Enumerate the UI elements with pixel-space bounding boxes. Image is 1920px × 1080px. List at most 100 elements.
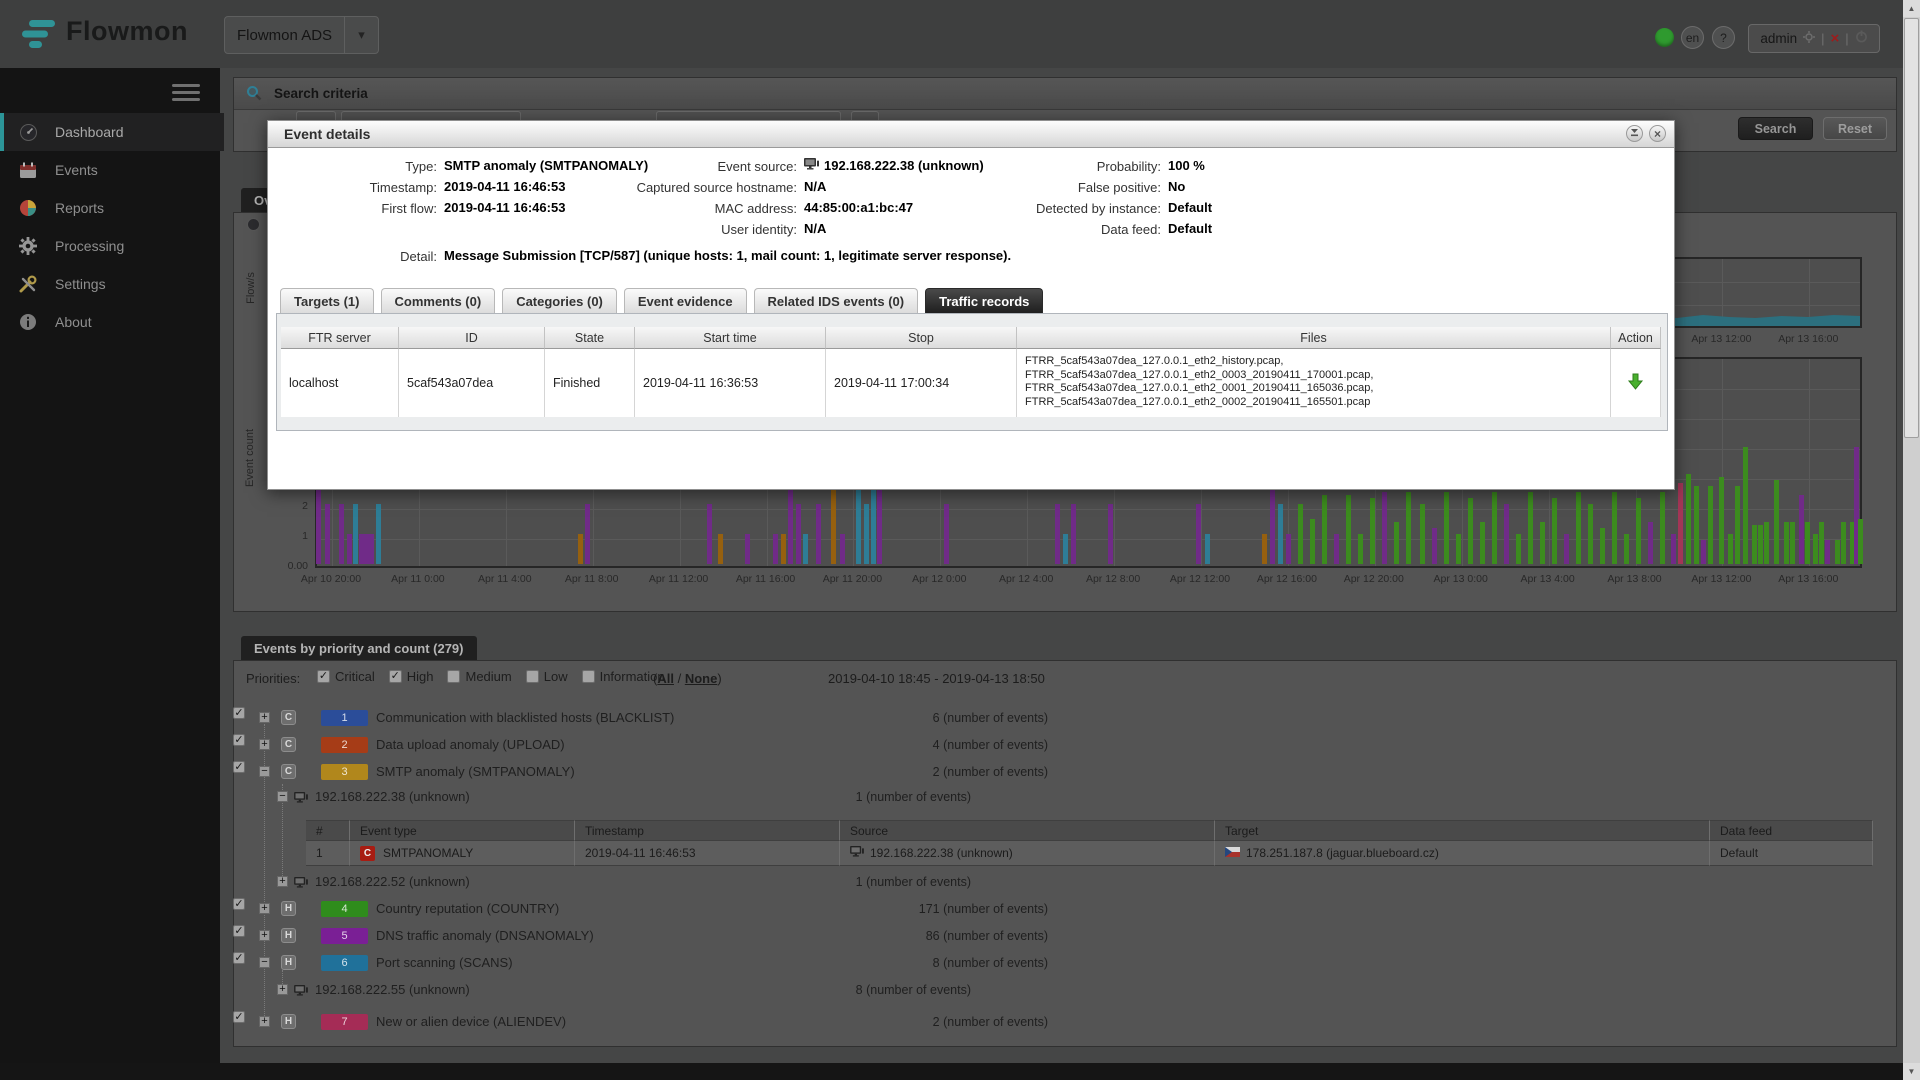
scroll-up-arrow[interactable]: ▲ [1903,0,1920,17]
tree-row[interactable]: +192.168.222.52 (unknown)1 (number of ev… [233,871,1897,893]
tree-expander[interactable]: + [277,876,288,887]
sidebar-item-events[interactable]: Events [0,151,220,189]
tree-row[interactable]: +H✓4Country reputation (COUNTRY)171 (num… [233,898,1897,920]
event-bar [1552,498,1557,564]
tab-comments-0-[interactable]: Comments (0) [381,288,496,313]
event-bar [781,534,786,564]
tree-expander[interactable]: + [259,930,270,941]
checkbox-medium[interactable] [447,670,460,683]
menu-hamburger-icon[interactable] [172,84,200,101]
collapse-button[interactable] [1626,125,1643,142]
tree-row[interactable]: +H✓7New or alien device (ALIENDEV)2 (num… [233,1011,1897,1033]
tree-checkbox[interactable]: ✓ [233,707,245,719]
sidebar-item-processing[interactable]: Processing [0,227,220,265]
tree-row[interactable]: +192.168.222.55 (unknown)8 (number of ev… [233,979,1897,1001]
x-axis-label: Apr 13 12:00 [1676,573,1766,585]
language-badge[interactable]: en [1681,26,1704,49]
tab-related-ids-events-0-[interactable]: Related IDS events (0) [754,288,919,313]
tree-checkbox[interactable]: ✓ [233,761,245,773]
traffic-table-cell-1: 5caf543a07dea [399,349,545,417]
critical-badge: C [360,846,375,861]
user-menu[interactable]: admin | × | [1748,24,1880,53]
download-icon[interactable] [1627,373,1644,393]
tree-expander[interactable]: − [277,791,288,802]
tree-row[interactable]: +H✓5DNS traffic anomaly (DNSANOMALY)86 (… [233,925,1897,947]
tree-row[interactable]: +C✓1Communication with blacklisted hosts… [233,707,1897,729]
tab-event-evidence[interactable]: Event evidence [624,288,747,313]
sidebar-item-about[interactable]: About [0,303,220,341]
modal-header[interactable]: Event details × [268,121,1674,148]
tree-checkbox[interactable]: ✓ [233,952,245,964]
chevron-down-icon[interactable]: ▾ [344,17,378,53]
field-label: Timestamp: [207,180,437,195]
event-count: 86 (number of events) [800,929,1048,943]
event-bar [1708,486,1713,564]
sidebar-item-label: Settings [55,276,106,292]
tree-expander[interactable]: + [277,984,288,995]
power-icon[interactable] [1855,30,1868,48]
event-count-axis-label: Event count [244,408,256,508]
nested-table-cell-1: CSMTPANOMALY [350,841,575,866]
scrollbar-thumb[interactable] [1904,18,1919,438]
tree-expander[interactable]: + [259,1016,270,1027]
tree-expander[interactable]: − [259,957,270,968]
event-bar [840,534,845,564]
event-bar [1671,534,1676,564]
x-axis-label: Apr 13 16:00 [1763,333,1853,345]
close-button[interactable]: × [1649,125,1666,142]
tree-row[interactable]: −H✓6Port scanning (SCANS)8 (number of ev… [233,952,1897,974]
page-scrollbar[interactable]: ▲ ▼ [1903,0,1920,1080]
traffic-table-header-3: Start time [635,327,826,349]
reset-button[interactable]: Reset [1823,117,1887,140]
tree-expander[interactable]: + [259,739,270,750]
tab-traffic-records[interactable]: Traffic records [925,288,1043,313]
checkbox-high[interactable]: ✓ [389,670,402,683]
checkbox-critical[interactable]: ✓ [317,670,330,683]
event-bar [1456,534,1461,564]
tree-row[interactable]: −192.168.222.38 (unknown)1 (number of ev… [233,786,1897,808]
tab-categories-0-[interactable]: Categories (0) [502,288,617,313]
nested-table-cell-5: Default [1710,841,1873,866]
checkbox-low[interactable] [526,670,539,683]
checkbox-information[interactable] [582,670,595,683]
sidebar-item-settings[interactable]: Settings [0,265,220,303]
event-bar [1205,534,1210,564]
event-bar [1758,525,1763,564]
sidebar-item-reports[interactable]: Reports [0,189,220,227]
scroll-down-arrow[interactable]: ▼ [1903,1063,1920,1080]
search-criteria-header[interactable]: Search criteria [234,78,1896,110]
event-bar [1694,486,1699,564]
tree-expander[interactable]: + [259,903,270,914]
tree-row[interactable]: −C✓3SMTP anomaly (SMTPANOMALY)2 (number … [233,761,1897,783]
sidebar-item-dashboard[interactable]: Dashboard [0,113,224,151]
tree-expander[interactable]: + [259,712,270,723]
separator: | [1821,31,1824,46]
select-none-link[interactable]: None [685,671,718,686]
field-label: First flow: [207,201,437,216]
event-bar [1735,486,1740,564]
user-settings-gear-icon[interactable] [1803,30,1815,48]
x-axis-label: Apr 13 16:00 [1763,573,1853,585]
tree-checkbox[interactable]: ✓ [233,1011,245,1023]
select-all-link[interactable]: All [657,671,674,686]
help-button[interactable]: ? [1712,26,1735,49]
reports-icon [17,198,39,218]
tree-checkbox[interactable]: ✓ [233,734,245,746]
event-type-label: Port scanning (SCANS) [376,955,513,970]
event-bar [718,534,723,564]
search-button[interactable]: Search [1738,117,1813,140]
event-bar [1504,504,1509,564]
tree-row[interactable]: +C✓2Data upload anomaly (UPLOAD)4 (numbe… [233,734,1897,756]
tree-checkbox[interactable]: ✓ [233,898,245,910]
event-bar [1612,492,1617,564]
tab-events-by-priority[interactable]: Events by priority and count (279) [241,636,477,660]
logout-x-icon[interactable]: × [1831,31,1840,46]
gauge-icon[interactable] [247,218,260,231]
traffic-table-header-0: FTR server [281,327,399,349]
product-select[interactable]: Flowmon ADS ▾ [224,16,379,54]
tab-targets-1-[interactable]: Targets (1) [280,288,374,313]
tree-checkbox[interactable]: ✓ [233,925,245,937]
event-bar [376,504,381,564]
tree-expander[interactable]: − [259,766,270,777]
event-bar [353,504,358,564]
